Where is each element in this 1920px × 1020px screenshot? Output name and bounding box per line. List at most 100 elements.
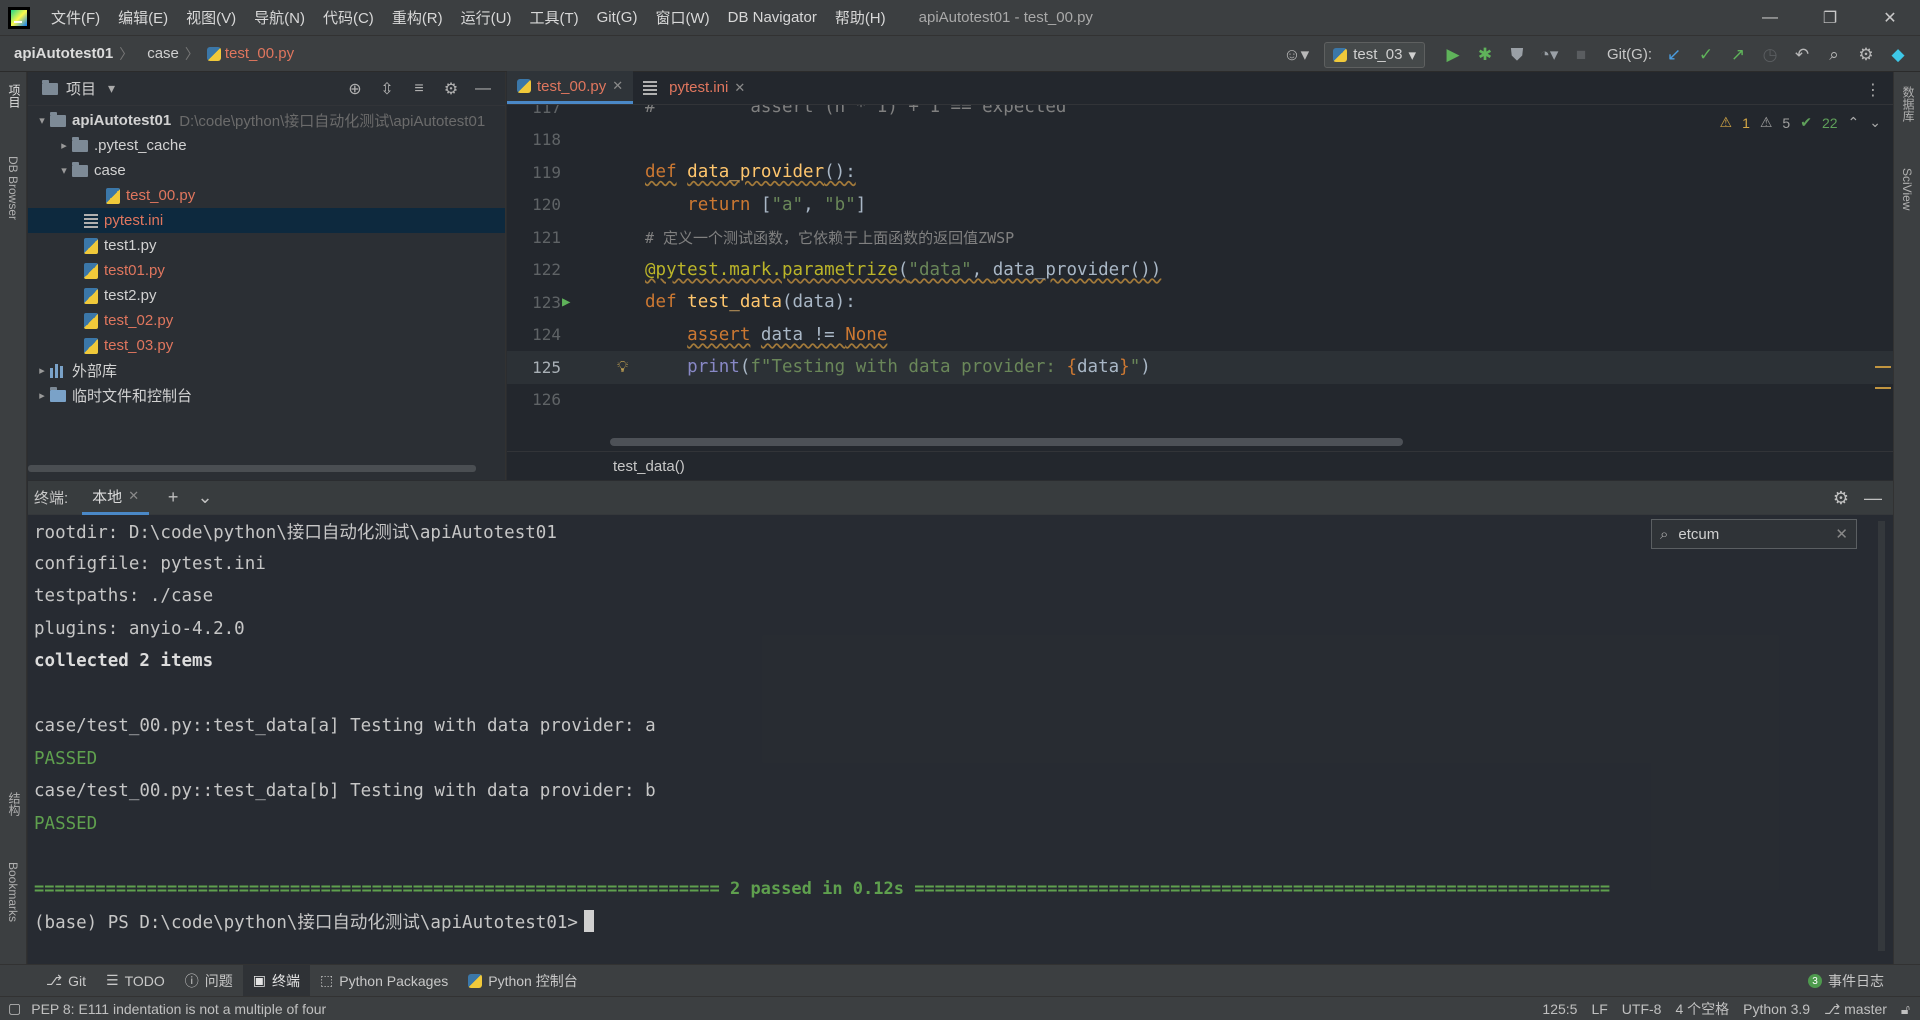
bottom-tab-problems[interactable]: ⓘ 问题: [175, 965, 243, 997]
bottom-tab-python-packages[interactable]: ⬚ Python Packages: [310, 965, 458, 997]
menu-db-navigator[interactable]: DB Navigator: [719, 9, 826, 26]
more-options-icon[interactable]: ⋮: [1865, 80, 1881, 100]
menu-file[interactable]: 文件(F): [42, 7, 109, 28]
chevron-right-icon[interactable]: ▸: [34, 364, 50, 377]
tree-item-test-02[interactable]: test_02.py: [28, 308, 505, 333]
coverage-icon[interactable]: ⛊: [1501, 36, 1533, 73]
panel-toggle-icon[interactable]: ▢: [8, 1000, 21, 1017]
profile-icon[interactable]: ◔▾: [1533, 36, 1565, 73]
run-icon[interactable]: ▶: [1437, 36, 1469, 73]
warning-marker[interactable]: [1875, 387, 1891, 389]
tree-item-test1[interactable]: test1.py: [28, 233, 505, 258]
run-configuration-select[interactable]: test_03 ▾: [1324, 41, 1425, 68]
terminal-vertical-scrollbar[interactable]: [1878, 521, 1885, 951]
jetbrains-toolbox-icon[interactable]: ◆: [1882, 36, 1914, 73]
chevron-down-icon[interactable]: ⌄: [1869, 114, 1881, 131]
menu-git[interactable]: Git(G): [588, 9, 647, 26]
tree-item-pytest-cache[interactable]: ▸ .pytest_cache: [28, 133, 505, 158]
bottom-tab-terminal[interactable]: ▣ 终端: [242, 964, 311, 997]
menu-tools[interactable]: 工具(T): [520, 7, 587, 28]
tree-item-test-00[interactable]: test_00.py: [28, 183, 505, 208]
event-log-button[interactable]: 3 事件日志: [1808, 965, 1884, 997]
indent-setting[interactable]: 4 个空格: [1675, 999, 1729, 1019]
horizontal-scrollbar[interactable]: [28, 465, 476, 472]
warning-marker[interactable]: [1875, 366, 1891, 368]
close-window-button[interactable]: ✕: [1860, 0, 1920, 35]
close-icon[interactable]: ✕: [128, 488, 139, 504]
tree-item-test2[interactable]: test2.py: [28, 283, 505, 308]
terminal-output[interactable]: rootdir: D:\code\python\接口自动化测试\apiAutot…: [34, 515, 1869, 955]
project-tool-button[interactable]: 项目: [6, 84, 23, 108]
tree-item-case[interactable]: ▾ case: [28, 158, 505, 183]
hide-panel-icon[interactable]: —: [467, 80, 499, 98]
status-message[interactable]: PEP 8: E111 indentation is not a multipl…: [31, 1001, 326, 1017]
chevron-down-icon[interactable]: ▾: [56, 164, 72, 177]
user-account-icon[interactable]: ☺▾: [1280, 36, 1312, 73]
breadcrumb-project[interactable]: apiAutotest01: [0, 45, 119, 62]
menu-navigate[interactable]: 导航(N): [245, 7, 314, 28]
new-terminal-icon[interactable]: +: [157, 487, 189, 508]
line-separator[interactable]: LF: [1591, 1001, 1607, 1017]
db-browser-tool-button[interactable]: DB Browser: [6, 156, 20, 220]
breadcrumb-function[interactable]: test_data(): [613, 458, 685, 475]
project-panel-title[interactable]: 项目: [66, 78, 96, 99]
lightbulb-icon[interactable]: 💡︎: [617, 357, 628, 377]
code-area[interactable]: 117 # assert (n * 1) + 1 == expected 118…: [507, 105, 1893, 445]
menu-view[interactable]: 视图(V): [177, 7, 245, 28]
tree-item-test-03[interactable]: test_03.py: [28, 333, 505, 358]
terminal-tab-local[interactable]: 本地 ✕: [82, 481, 150, 515]
gear-icon[interactable]: ⚙: [435, 79, 467, 99]
chevron-right-icon[interactable]: ▸: [56, 139, 72, 152]
menu-run[interactable]: 运行(U): [452, 7, 521, 28]
menu-edit[interactable]: 编辑(E): [109, 7, 177, 28]
caret-position[interactable]: 125:5: [1542, 1001, 1577, 1017]
tree-root[interactable]: ▾ apiAutotest01 D:\code\python\接口自动化测试\a…: [28, 108, 505, 133]
git-push-icon[interactable]: ↗: [1722, 36, 1754, 73]
menu-help[interactable]: 帮助(H): [826, 7, 895, 28]
restore-button[interactable]: ❐: [1800, 0, 1860, 35]
menu-code[interactable]: 代码(C): [314, 7, 383, 28]
git-history-icon[interactable]: ◷: [1754, 36, 1786, 73]
editor-horizontal-scrollbar[interactable]: [610, 438, 1403, 446]
git-update-icon[interactable]: ↙: [1658, 36, 1690, 73]
file-encoding[interactable]: UTF-8: [1622, 1001, 1662, 1017]
run-test-gutter-icon[interactable]: ▶: [562, 294, 570, 310]
tree-item-scratches[interactable]: ▸ 临时文件和控制台: [28, 383, 505, 408]
bookmarks-tool-button[interactable]: Bookmarks: [6, 862, 20, 922]
menu-window[interactable]: 窗口(W): [646, 7, 718, 28]
tree-item-test01[interactable]: test01.py: [28, 258, 505, 283]
sciview-tool-button[interactable]: SciView: [1900, 168, 1914, 210]
settings-icon[interactable]: ⚙: [1850, 36, 1882, 73]
database-tool-button[interactable]: 数据库: [1900, 86, 1917, 122]
git-branch[interactable]: ⎇ master: [1824, 1001, 1887, 1018]
bottom-tab-todo[interactable]: ☰ TODO: [96, 965, 175, 997]
chevron-down-icon[interactable]: ⌄: [189, 487, 221, 508]
stop-icon[interactable]: ■: [1565, 36, 1597, 73]
search-icon[interactable]: ⌕: [1818, 36, 1850, 73]
close-icon[interactable]: ✕: [612, 78, 623, 94]
chevron-down-icon[interactable]: ▾: [108, 80, 115, 97]
structure-tool-button[interactable]: 结构: [6, 792, 23, 816]
debug-icon[interactable]: ✱: [1469, 36, 1501, 73]
tab-test-00[interactable]: test_00.py ✕: [507, 71, 634, 104]
bottom-tab-git[interactable]: ⎇ Git: [36, 965, 96, 997]
tree-item-pytest-ini[interactable]: pytest.ini: [28, 208, 505, 233]
git-commit-icon[interactable]: ✓: [1690, 36, 1722, 73]
inspection-widget[interactable]: ⚠ 1 ⚠ 5 ✔ 22 ⌃ ⌄: [1720, 114, 1882, 131]
collapse-all-icon[interactable]: ≡: [403, 80, 435, 98]
bottom-tab-python-console[interactable]: Python 控制台: [458, 965, 587, 997]
tab-pytest-ini[interactable]: pytest.ini ✕: [633, 71, 755, 104]
menu-refactor[interactable]: 重构(R): [383, 7, 452, 28]
breadcrumb-file[interactable]: test_00.py: [221, 45, 300, 62]
chevron-up-icon[interactable]: ⌃: [1848, 114, 1860, 131]
minimize-button[interactable]: —: [1740, 0, 1800, 35]
undo-icon[interactable]: ↶: [1786, 36, 1818, 73]
chevron-right-icon[interactable]: ▸: [34, 389, 50, 402]
lock-icon[interactable]: 🔓︎: [1901, 1001, 1910, 1018]
tree-item-external-libraries[interactable]: ▸ 外部库: [28, 358, 505, 383]
python-interpreter[interactable]: Python 3.9: [1743, 1001, 1810, 1017]
hide-panel-icon[interactable]: —: [1857, 488, 1889, 509]
gear-icon[interactable]: ⚙: [1825, 488, 1857, 509]
expand-all-icon[interactable]: ⇳: [371, 79, 403, 99]
breadcrumb-folder[interactable]: case: [133, 45, 185, 62]
